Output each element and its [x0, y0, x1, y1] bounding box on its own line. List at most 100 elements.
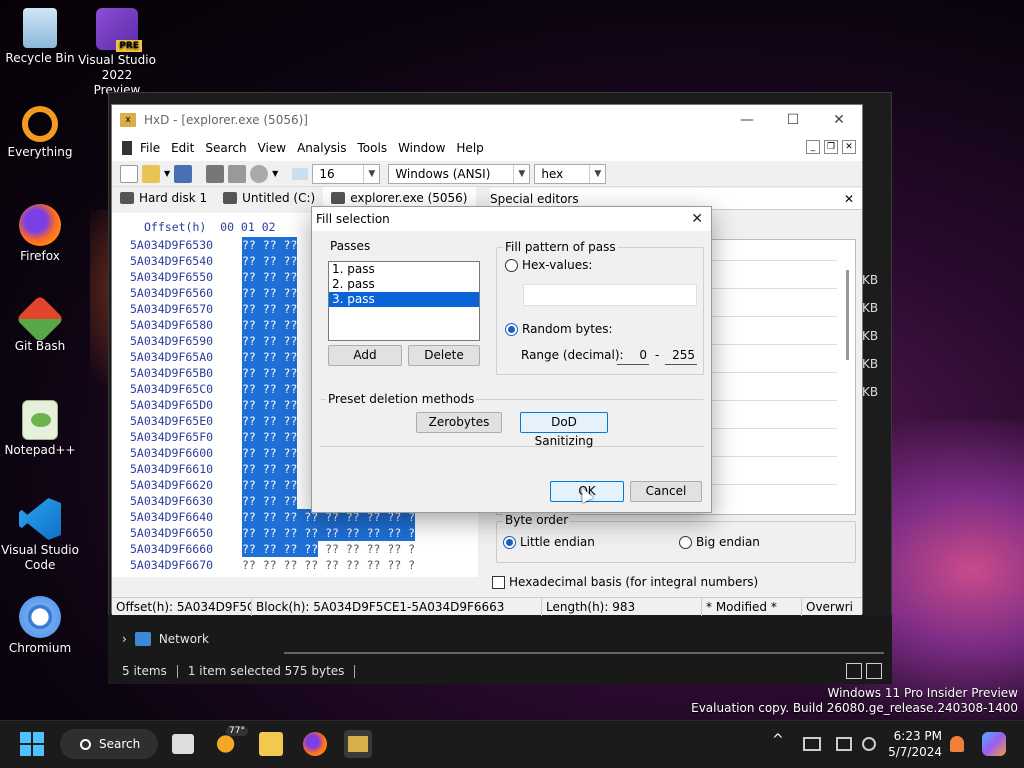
list-item[interactable]: 1. pass [329, 262, 479, 277]
notification-bell-icon[interactable] [950, 736, 964, 752]
desktop-icon-everything[interactable]: Everything [0, 106, 80, 160]
hex-row-bytes-selected[interactable]: ?? ?? ?? [242, 413, 298, 429]
add-pass-button[interactable]: Add [328, 345, 402, 366]
copilot-icon[interactable] [982, 732, 1006, 756]
firefox-taskbar-icon[interactable] [303, 732, 327, 756]
desktop-icon-recycle-bin[interactable]: Recycle Bin [0, 8, 80, 66]
hex-row[interactable]: 5A034D9F65E0 ?? ?? ?? [130, 413, 298, 429]
menu-search[interactable]: Search [205, 141, 252, 155]
menu-view[interactable]: View [258, 141, 292, 155]
display-icon[interactable] [836, 737, 852, 751]
details-view-icon[interactable] [846, 663, 862, 679]
hex-row[interactable]: 5A034D9F6530 ?? ?? ?? [130, 237, 298, 253]
passes-list[interactable]: 1. pass 2. pass 3. pass [328, 261, 480, 341]
start-button[interactable] [20, 732, 44, 756]
hex-row-bytes-selected[interactable]: ?? ?? ?? [242, 493, 298, 509]
range-min-input[interactable]: 0 [617, 345, 649, 365]
desktop-icon-firefox[interactable]: Firefox [0, 204, 80, 264]
hex-row-bytes-selected[interactable]: ?? ?? ?? [242, 253, 298, 269]
hex-row-bytes-selected[interactable]: ?? ?? ?? [242, 365, 298, 381]
big-endian-option[interactable]: Big endian [679, 535, 760, 549]
dod-sanitizing-button[interactable]: DoD Sanitizing [520, 412, 608, 448]
desktop-icon-visual-studio-preview[interactable]: PRE Visual Studio 2022 Preview [77, 8, 157, 98]
tab-hard-disk[interactable]: Hard disk 1 [112, 187, 215, 209]
menu-file[interactable]: File [140, 141, 166, 155]
encoding-select[interactable]: Windows (ANSI) ▼ [388, 163, 531, 184]
hxd-title-bar[interactable]: x HxD - [explorer.exe (5056)] — ☐ ✕ [112, 105, 862, 135]
taskbar-clock[interactable]: 6:23 PM 5/7/2024 [886, 728, 942, 760]
random-bytes-option[interactable]: Random bytes: [505, 322, 613, 336]
hex-row[interactable]: 5A034D9F6540 ?? ?? ?? [130, 253, 298, 269]
new-file-icon[interactable] [120, 164, 138, 183]
hex-row[interactable]: 5A034D9F6620 ?? ?? ?? [130, 477, 298, 493]
menu-analysis[interactable]: Analysis [297, 141, 352, 155]
mdi-close-icon[interactable]: ✕ [842, 140, 856, 154]
chevron-up-icon[interactable]: ^ [772, 732, 788, 756]
hex-row-bytes-selected[interactable]: ?? ?? ?? [242, 477, 298, 493]
little-endian-radio[interactable] [503, 535, 516, 549]
hex-row-bytes-selected[interactable]: ?? ?? ?? [242, 269, 298, 285]
hex-row[interactable]: 5A034D9F6570 ?? ?? ?? [130, 301, 298, 317]
hex-row-bytes-selected[interactable]: ?? ?? ?? [242, 445, 298, 461]
hex-row[interactable]: 5A034D9F6590 ?? ?? ?? [130, 333, 298, 349]
hex-row-bytes-selected[interactable]: ?? ?? ?? [242, 285, 298, 301]
hex-row[interactable]: 5A034D9F65C0 ?? ?? ?? [130, 381, 298, 397]
menu-tools[interactable]: Tools [358, 141, 394, 155]
taskbar-search[interactable]: Search [60, 729, 158, 759]
explorer-scrollbar[interactable] [284, 652, 884, 654]
weather-widget-icon[interactable]: 77° [216, 726, 248, 756]
hex-row[interactable]: 5A034D9F6550 ?? ?? ?? [130, 269, 298, 285]
save-icon[interactable] [174, 164, 193, 183]
dialog-title-bar[interactable]: Fill selection ✕ [312, 207, 711, 231]
minimize-icon[interactable]: — [724, 105, 770, 135]
hex-row[interactable]: 5A034D9F65D0 ?? ?? ?? [130, 397, 298, 413]
network-off-icon[interactable] [803, 737, 821, 751]
offset-base-select[interactable]: hex ▼ [534, 163, 607, 184]
hex-row-bytes-selected[interactable]: ?? ?? ?? [242, 381, 298, 397]
menu-window[interactable]: Window [398, 141, 451, 155]
inspector-scrollbar[interactable] [846, 270, 849, 360]
hex-row-bytes-selected[interactable]: ?? ?? ?? [242, 461, 298, 477]
open-disk-image-icon[interactable] [250, 164, 269, 183]
hex-row[interactable]: 5A034D9F6630 ?? ?? ?? [130, 493, 298, 509]
close-icon[interactable]: ✕ [691, 207, 703, 231]
hex-row-bytes[interactable]: ?? ?? ?? ?? ? [318, 541, 415, 557]
hex-row[interactable]: 5A034D9F65A0 ?? ?? ?? [130, 349, 298, 365]
desktop-icon-notepadpp[interactable]: Notepad++ [0, 400, 80, 458]
hex-values-radio[interactable] [505, 258, 518, 272]
hex-row-bytes-selected[interactable]: ?? ?? ?? ?? [242, 541, 319, 557]
hex-row[interactable]: 5A034D9F6660 ?? ?? ?? ?? ?? ?? ?? ?? ? [130, 541, 415, 557]
explorer-nav-network[interactable]: › Network [122, 632, 209, 646]
open-ram-icon[interactable] [228, 164, 247, 183]
zerobytes-button[interactable]: Zerobytes [416, 412, 502, 433]
hex-row-bytes-selected[interactable]: ?? ?? ?? [242, 301, 298, 317]
hex-row-bytes-selected[interactable]: ?? ?? ?? [242, 333, 298, 349]
columns-select[interactable]: 16 ▼ [312, 163, 381, 184]
desktop-icon-git-bash[interactable]: Git Bash [0, 294, 80, 354]
hex-row[interactable]: 5A034D9F6650 ?? ?? ?? ?? ?? ?? ?? ?? ? [130, 525, 416, 541]
open-disk-icon[interactable] [206, 164, 225, 183]
chevron-down-icon[interactable]: ▼ [164, 169, 170, 178]
file-explorer-icon[interactable] [259, 732, 283, 756]
volume-icon[interactable] [862, 737, 876, 751]
delete-pass-button[interactable]: Delete [408, 345, 480, 366]
list-item[interactable]: 3. pass [329, 292, 479, 307]
open-folder-icon[interactable] [142, 164, 160, 183]
hex-values-option[interactable]: Hex-values: [505, 258, 592, 272]
hex-row-bytes-selected[interactable]: ?? ?? ?? [242, 429, 298, 445]
hex-row[interactable]: 5A034D9F6670 ?? ?? ?? ?? ?? ?? ?? ?? ? [130, 557, 415, 573]
mdi-restore-icon[interactable]: ❐ [824, 140, 838, 154]
hex-values-input[interactable] [523, 284, 697, 306]
hex-row-bytes-selected[interactable]: ?? ?? ?? [242, 349, 298, 365]
mdi-minimize-icon[interactable]: _ [806, 140, 820, 154]
hex-row[interactable]: 5A034D9F6580 ?? ?? ?? [130, 317, 298, 333]
hex-basis-option[interactable]: Hexadecimal basis (for integral numbers) [492, 575, 758, 589]
tiles-view-icon[interactable] [866, 663, 882, 679]
close-special-editors-icon[interactable]: ✕ [844, 188, 854, 210]
chevron-down-icon[interactable]: ▼ [272, 169, 278, 178]
hex-row-bytes-selected[interactable]: ?? ?? ?? ?? ?? ?? ?? ?? ? [242, 525, 416, 541]
range-max-input[interactable]: 255 [665, 345, 697, 365]
hex-row-bytes-selected[interactable]: ?? ?? ?? [242, 317, 298, 333]
desktop-icon-chromium[interactable]: Chromium [0, 596, 80, 656]
hex-row-bytes-selected[interactable]: ?? ?? ?? [242, 397, 298, 413]
